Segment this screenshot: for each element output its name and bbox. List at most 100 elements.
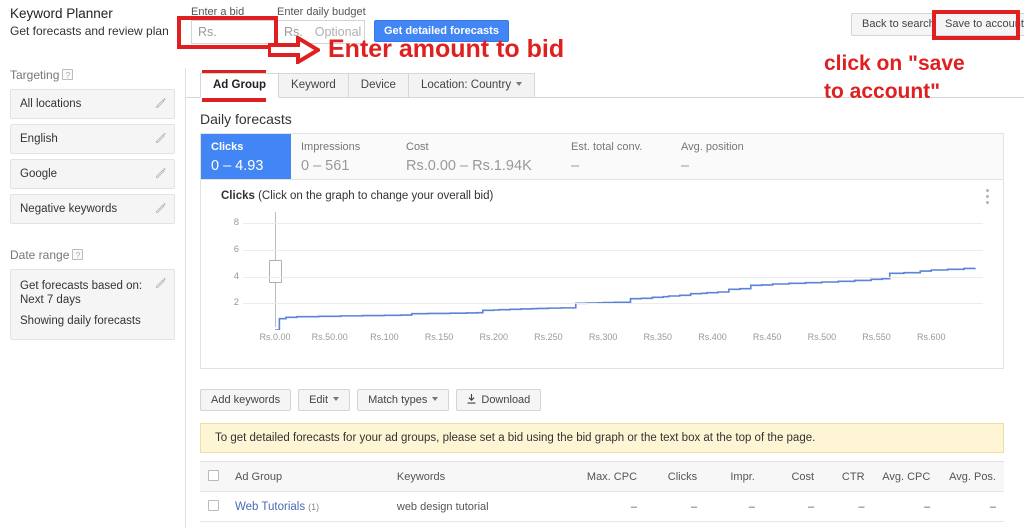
pencil-icon[interactable] [155,277,167,289]
cell-ad-group[interactable]: Web Tutorials (1) [227,491,389,522]
tab-device[interactable]: Device [347,73,409,98]
pencil-icon[interactable] [155,167,167,179]
forecast-metrics-strip: Clicks 0 – 4.93 Impressions 0 – 561 Cost… [200,133,1004,180]
date-range-granularity: Showing daily forecasts [20,315,141,327]
pencil-icon[interactable] [155,202,167,214]
chevron-down-icon [516,82,523,86]
chart-options-menu-icon[interactable] [981,189,993,207]
help-icon[interactable]: ? [72,249,84,260]
chart-x-tick-label: Rs.250 [534,332,563,342]
bid-simulation-chart[interactable]: Clicks (Click on the graph to change you… [200,179,1004,369]
table-row[interactable]: Web Tutorials (1) web design tutorial – … [200,491,1004,522]
metric-label: Avg. position [681,141,744,153]
forecast-table: Ad Group Keywords Max. CPC Clicks Impr. … [200,461,1004,522]
edit-label: Edit [309,394,329,406]
metric-clicks[interactable]: Clicks 0 – 4.93 [201,134,291,180]
tab-ad-group[interactable]: Ad Group [200,73,280,98]
edit-button[interactable]: Edit [298,389,351,411]
help-icon[interactable]: ? [62,69,74,80]
chart-plot-area[interactable]: 2 4 6 8 Rs.0.00 Rs.50.00 Rs.100 Rs.150 Rs.200 Rs.… [223,210,983,355]
chart-x-tick-label: Rs.100 [370,332,399,342]
metric-value: 0 – 561 [301,158,350,174]
col-ad-group[interactable]: Ad Group [227,461,389,492]
cell-max-cpc: – [573,491,646,522]
sidebar-item-label: Google [20,168,58,180]
col-keywords[interactable]: Keywords [388,461,574,492]
chart-x-tick-label: Rs.500 [807,332,837,342]
metric-impressions[interactable]: Impressions 0 – 561 [291,134,396,180]
sidebar-item-english[interactable]: English [10,124,175,154]
annotation-arrow-icon [268,36,320,64]
select-all-header[interactable] [200,461,227,492]
annotation-box-bid-input [177,16,278,49]
ad-group-count: (1) [308,501,320,512]
tab-label: Device [360,79,396,91]
download-button[interactable]: Download [456,389,542,411]
pencil-icon[interactable] [155,132,167,144]
cell-avg-cpc: – [872,491,939,522]
col-cost[interactable]: Cost [762,461,823,492]
annotation-text-click-save-line1: click on "save [824,52,965,75]
metric-value: – [571,158,580,174]
ad-group-link[interactable]: Web Tutorials [235,501,305,513]
cell-keywords: web design tutorial [388,491,574,522]
date-range-section-title: Date range? [10,248,185,262]
metric-label: Impressions [301,141,361,153]
tab-location-country[interactable]: Location: Country [407,73,536,98]
select-all-checkbox[interactable] [208,470,219,481]
cell-clicks: – [645,491,706,522]
page-subtitle: Get forecasts and review plan [10,24,169,38]
match-types-button[interactable]: Match types [357,389,450,411]
metric-value: Rs.0.00 – Rs.1.94K [406,158,532,174]
sidebar-item-label: English [20,133,58,145]
chart-title-metric: Clicks [221,190,255,202]
chart-gridline [243,250,983,251]
chart-gridline [243,223,983,225]
sidebar: Targeting? All locations English Google … [0,68,186,528]
col-ctr[interactable]: CTR [822,461,873,492]
chart-x-tick-label: Rs.150 [424,332,454,342]
col-max-cpc[interactable]: Max. CPC [573,461,646,492]
metric-value: 0 – 4.93 [211,158,264,174]
date-range-basis: Get forecasts based on: Next 7 days [20,280,143,306]
annotation-box-save-to-account [932,10,1020,40]
tab-label: Location: Country [420,79,512,91]
metric-est-total-conv[interactable]: Est. total conv. – [561,134,671,180]
sidebar-item-google[interactable]: Google [10,159,175,189]
sidebar-item-all-locations[interactable]: All locations [10,89,175,119]
tab-bar: Ad Group Keyword Device Location: Country [200,73,536,98]
sidebar-item-label: All locations [20,98,82,110]
cell-ctr: – [822,491,873,522]
sidebar-item-negative-keywords[interactable]: Negative keywords [10,194,175,224]
pencil-icon[interactable] [155,97,167,109]
col-impr[interactable]: Impr. [705,461,763,492]
chart-x-tick-label: Rs.50.00 [311,332,348,342]
metric-cost[interactable]: Cost Rs.0.00 – Rs.1.94K [396,134,561,180]
date-range-label: Date range [10,248,70,262]
annotation-text-enter-amount: Enter amount to bid [328,35,565,63]
clicks-curve [275,267,976,330]
col-avg-pos[interactable]: Avg. Pos. [938,461,1004,492]
chart-x-tick-label: Rs.200 [479,332,509,342]
chart-x-tick-label: Rs.0.00 [259,332,291,342]
page-title: Keyword Planner [10,6,113,21]
chart-x-tick-label: Rs.550 [862,332,891,342]
row-checkbox[interactable] [208,500,219,511]
chart-x-tick-label: Rs.400 [698,332,727,342]
add-keywords-button[interactable]: Add keywords [200,389,292,411]
col-clicks[interactable]: Clicks [645,461,706,492]
row-select-cell[interactable] [200,491,227,522]
chart-y-tick-label: 6 [233,244,239,255]
cell-impr: – [705,491,763,522]
tab-keyword[interactable]: Keyword [278,73,349,98]
metric-label: Clicks [211,141,244,153]
cell-cost: – [762,491,823,522]
chart-x-tick-label: Rs.600 [916,332,946,342]
metric-avg-position[interactable]: Avg. position – [671,134,791,180]
col-avg-cpc[interactable]: Avg. CPC [872,461,939,492]
chart-x-tick-label: Rs.350 [643,332,673,342]
targeting-label: Targeting [10,68,60,82]
sidebar-item-date-range[interactable]: Get forecasts based on: Next 7 days Show… [10,269,175,340]
download-icon [467,394,476,404]
daily-forecasts-title: Daily forecasts [200,111,292,127]
